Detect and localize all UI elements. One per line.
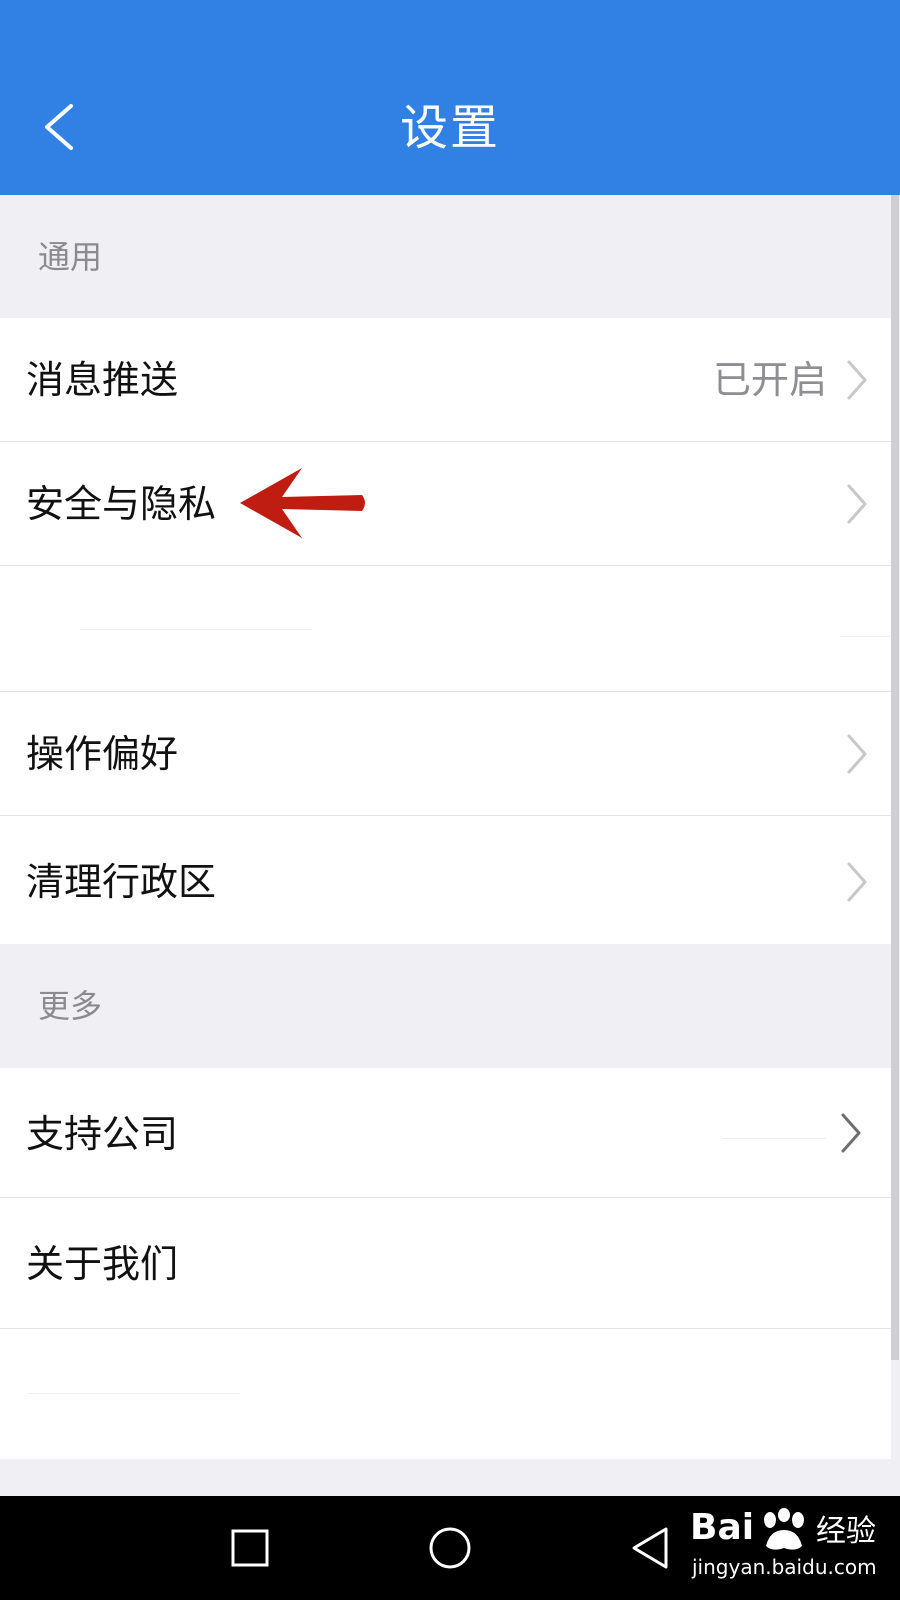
settings-item-preferences[interactable]: 操作偏好 [0, 692, 891, 816]
settings-item-label: 安全与隐私 [26, 482, 217, 526]
watermark-brand-cn: 经验 [816, 1514, 876, 1549]
faint-line [722, 1138, 826, 1139]
watermark-brand: Bai [690, 1507, 755, 1548]
page-title: 设置 [399, 100, 500, 156]
chevron-right-icon [847, 360, 867, 400]
chevron-right-icon [847, 484, 867, 524]
square-icon [231, 1529, 269, 1567]
settings-item-label: 支持公司 [26, 1112, 179, 1156]
settings-item-push[interactable]: 消息推送 已开启 [0, 318, 891, 442]
settings-screen: 设置 通用 消息推送 已开启 安全与隐私 操作偏好 清理行政区 更多 支持公司 … [0, 0, 900, 1600]
settings-item-clear-region[interactable]: 清理行政区 [0, 816, 891, 944]
red-arrow-icon [240, 468, 365, 538]
recent-apps-button[interactable] [218, 1516, 282, 1580]
section-title-general: 通用 [38, 238, 103, 276]
section-title-more: 更多 [38, 987, 103, 1025]
section-header-more: 更多 [0, 944, 891, 1068]
watermark: Bai 经验 jingyan.baidu.com [690, 1502, 890, 1594]
settings-item-label: 关于我们 [26, 1242, 179, 1286]
faint-line [840, 636, 890, 637]
home-button[interactable] [418, 1516, 482, 1580]
paw-logo-icon [764, 1508, 804, 1550]
app-header: 设置 [0, 0, 900, 195]
chevron-right-icon [847, 734, 867, 774]
scrollbar[interactable] [891, 195, 899, 1360]
blank-row [0, 1329, 891, 1459]
chevron-right-icon [841, 1113, 861, 1153]
settings-item-label: 消息推送 [26, 358, 179, 402]
faint-line [28, 1393, 240, 1394]
chevron-right-icon [847, 862, 867, 902]
watermark-url: jingyan.baidu.com [692, 1555, 877, 1579]
push-status-value: 已开启 [712, 358, 827, 402]
circle-icon [429, 1527, 471, 1569]
settings-item-label: 操作偏好 [26, 732, 179, 776]
faint-line [80, 629, 312, 630]
system-back-button[interactable] [618, 1516, 682, 1580]
settings-item-label: 清理行政区 [26, 860, 217, 904]
settings-item-support[interactable]: 支持公司 [0, 1068, 891, 1198]
settings-item-about[interactable]: 关于我们 [0, 1198, 891, 1329]
settings-item-security[interactable]: 安全与隐私 [0, 442, 891, 566]
triangle-back-icon [632, 1527, 668, 1569]
blank-row [0, 566, 891, 692]
section-header-general: 通用 [0, 195, 891, 318]
